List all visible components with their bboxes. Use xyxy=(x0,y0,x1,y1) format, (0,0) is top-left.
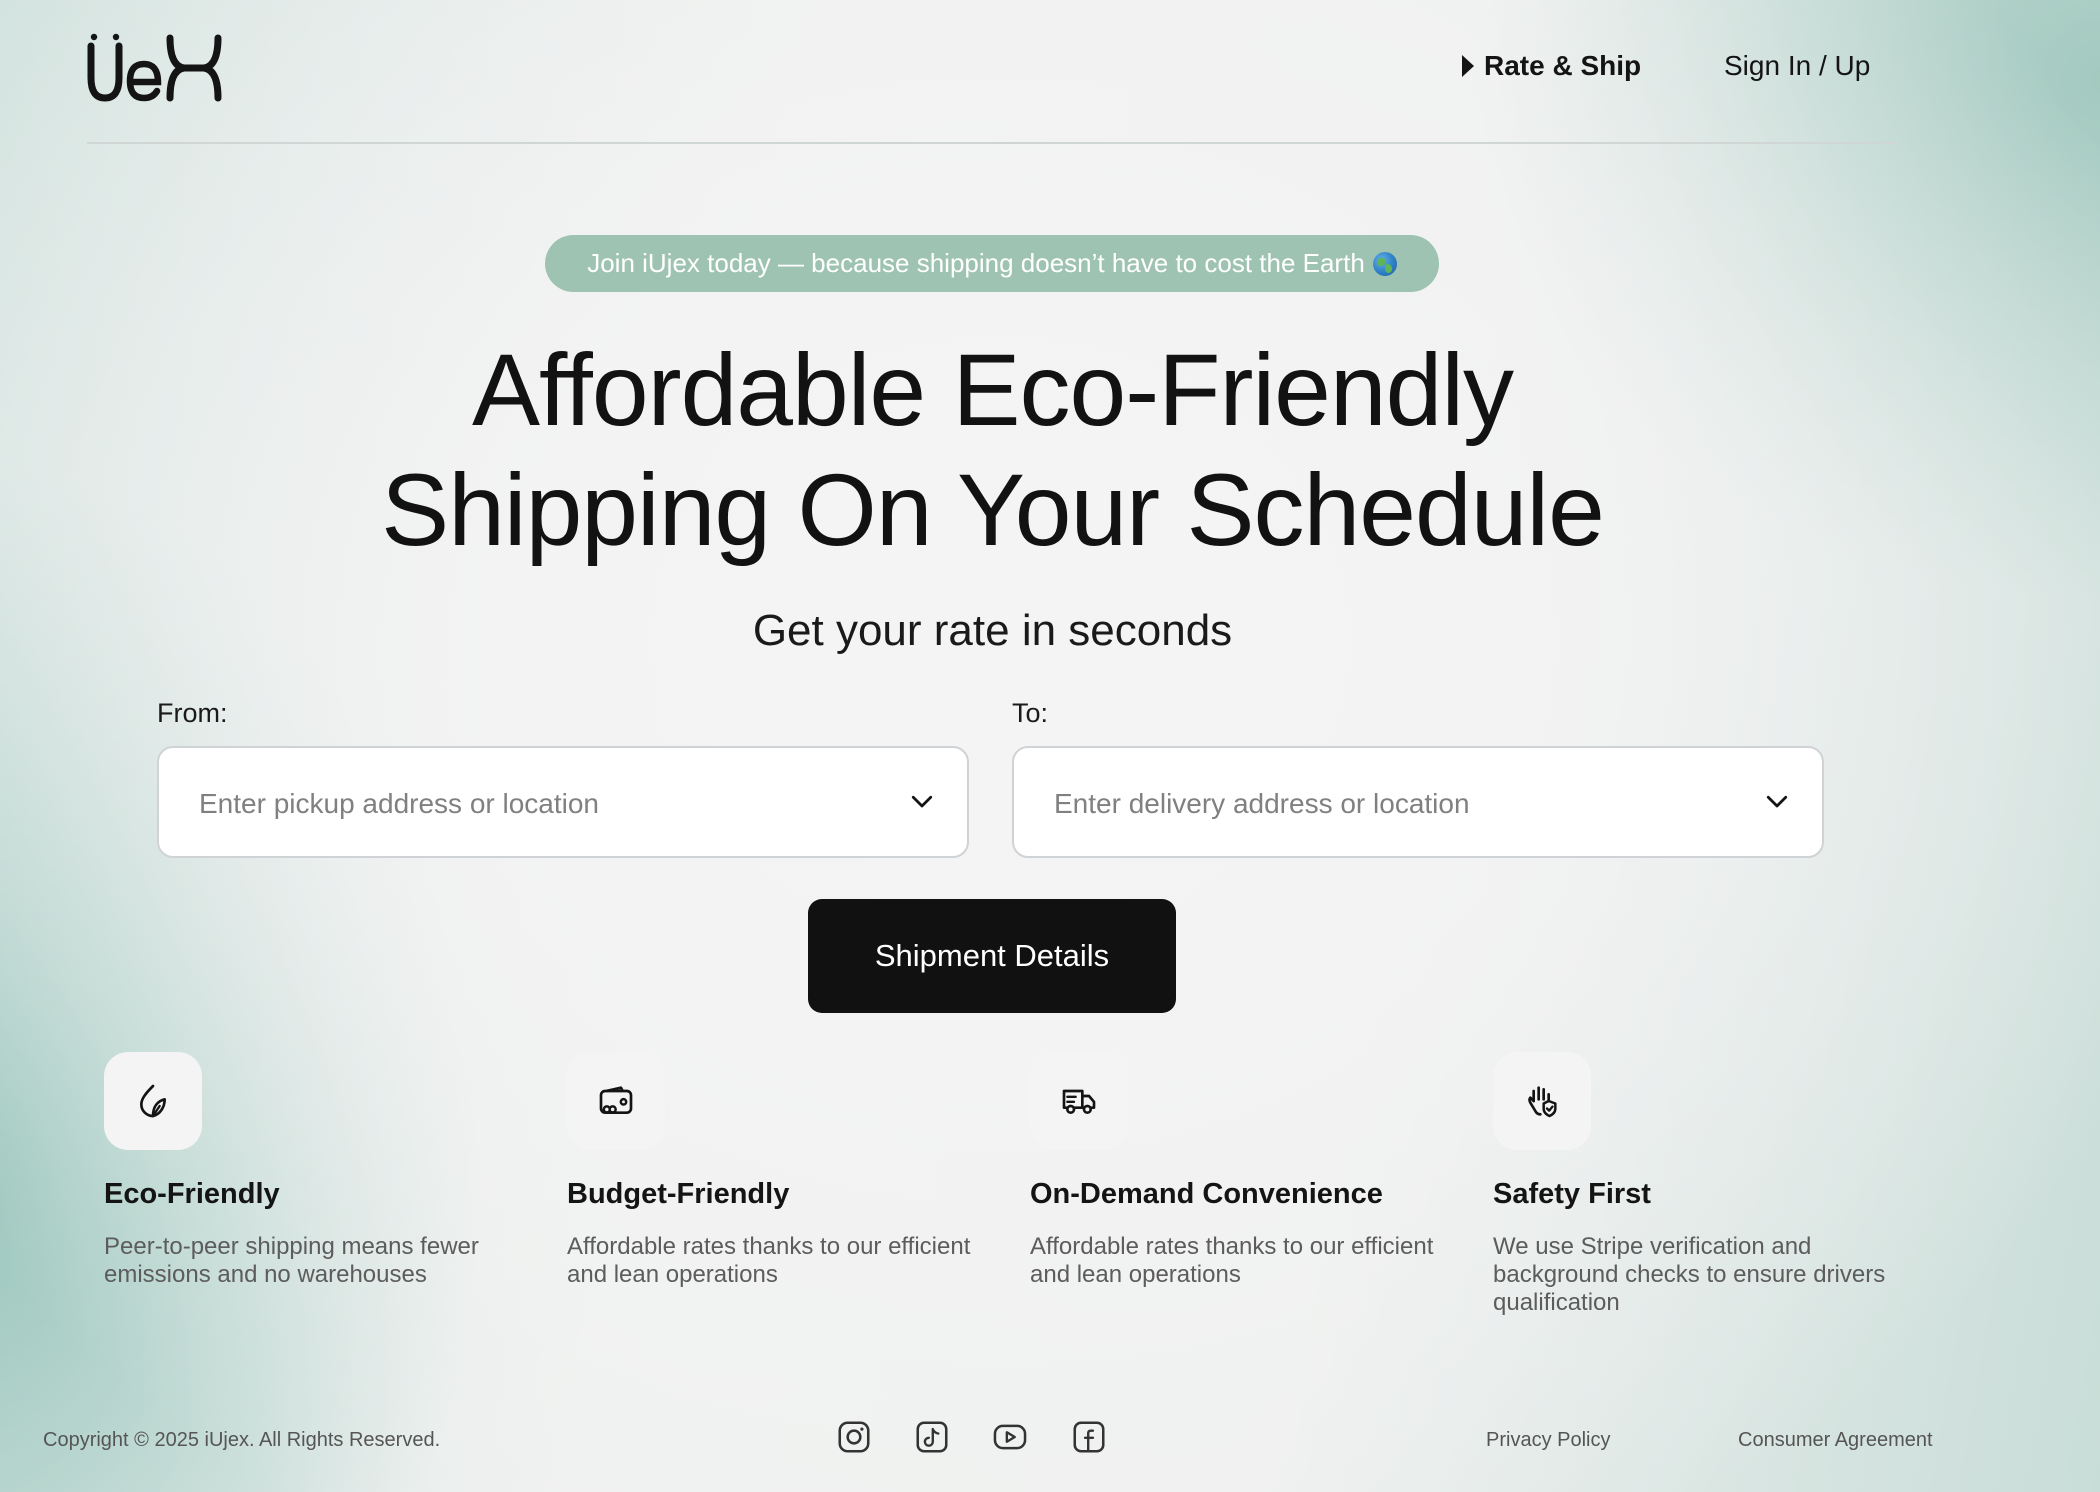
wallet-icon xyxy=(599,1086,633,1114)
delivery-address-placeholder: Enter delivery address or location xyxy=(1054,788,1470,819)
feature-title: On-Demand Convenience xyxy=(1030,1178,1383,1210)
instagram-icon[interactable] xyxy=(835,1418,873,1456)
tiktok-icon[interactable] xyxy=(913,1418,951,1456)
feature-title: Safety First xyxy=(1493,1178,1651,1210)
facebook-icon[interactable] xyxy=(1070,1418,1108,1456)
feature-safety-first: Safety First We use Stripe verification … xyxy=(1493,1052,1913,1317)
chevron-down-icon[interactable] xyxy=(907,786,937,816)
to-label: To: xyxy=(1012,698,1049,728)
feature-title: Eco-Friendly xyxy=(104,1178,280,1210)
feature-icon-box xyxy=(1030,1052,1128,1150)
feature-on-demand: On-Demand Convenience Affordable rates t… xyxy=(1030,1052,1450,1289)
pickup-address-field[interactable]: Enter pickup address or location xyxy=(157,746,969,858)
hero-title-line-2: Shipping On Your Schedule xyxy=(381,453,1605,567)
nav-rate-ship-link[interactable]: Rate & Ship xyxy=(1462,50,1641,82)
hero-subtitle: Get your rate in seconds xyxy=(752,606,1233,655)
leaf-drop-icon xyxy=(139,1084,166,1118)
nav-rate-ship-label: Rate & Ship xyxy=(1484,50,1642,81)
play-triangle-icon xyxy=(1462,55,1474,77)
privacy-policy-link[interactable]: Privacy Policy xyxy=(1486,1429,1610,1452)
promo-banner: Join iUjex today — because shipping does… xyxy=(545,235,1439,292)
delivery-truck-icon xyxy=(1062,1089,1096,1114)
feature-description: Affordable rates thanks to our efficient… xyxy=(567,1233,971,1288)
feature-icon-box xyxy=(104,1052,202,1150)
nav-sign-in-link[interactable]: Sign In / Up xyxy=(1724,50,1870,82)
promo-text: Join iUjex today — because shipping does… xyxy=(587,248,1365,278)
shipment-details-button[interactable]: Shipment Details xyxy=(808,899,1176,1013)
uex-logo[interactable] xyxy=(86,30,226,102)
hand-shield-icon xyxy=(1528,1086,1557,1118)
feature-icon-box xyxy=(567,1052,665,1150)
globe-icon xyxy=(1372,251,1397,276)
footer-copyright: Copyright © 2025 iUjex. All Rights Reser… xyxy=(43,1429,441,1451)
hero-title: Affordable Eco-Friendly Shipping On Your… xyxy=(0,330,1985,570)
feature-budget-friendly: Budget-Friendly Affordable rates thanks … xyxy=(567,1052,987,1289)
hero-title-line-1: Affordable Eco-Friendly xyxy=(472,333,1514,447)
feature-description: Affordable rates thanks to our efficient… xyxy=(1030,1233,1434,1288)
from-label: From: xyxy=(157,698,228,728)
delivery-address-field[interactable]: Enter delivery address or location xyxy=(1012,746,1824,858)
youtube-icon[interactable] xyxy=(991,1418,1029,1456)
feature-title: Budget-Friendly xyxy=(567,1178,790,1210)
feature-description: Peer-to-peer shipping means fewer emissi… xyxy=(104,1233,479,1288)
chevron-down-icon[interactable] xyxy=(1762,786,1792,816)
header-divider xyxy=(87,142,1897,144)
feature-icon-box xyxy=(1493,1052,1591,1150)
pickup-address-placeholder: Enter pickup address or location xyxy=(199,788,599,819)
consumer-agreement-link[interactable]: Consumer Agreement xyxy=(1738,1429,1933,1452)
feature-description: We use Stripe verification and backgroun… xyxy=(1493,1233,1886,1316)
feature-eco-friendly: Eco-Friendly Peer-to-peer shipping means… xyxy=(104,1052,524,1289)
